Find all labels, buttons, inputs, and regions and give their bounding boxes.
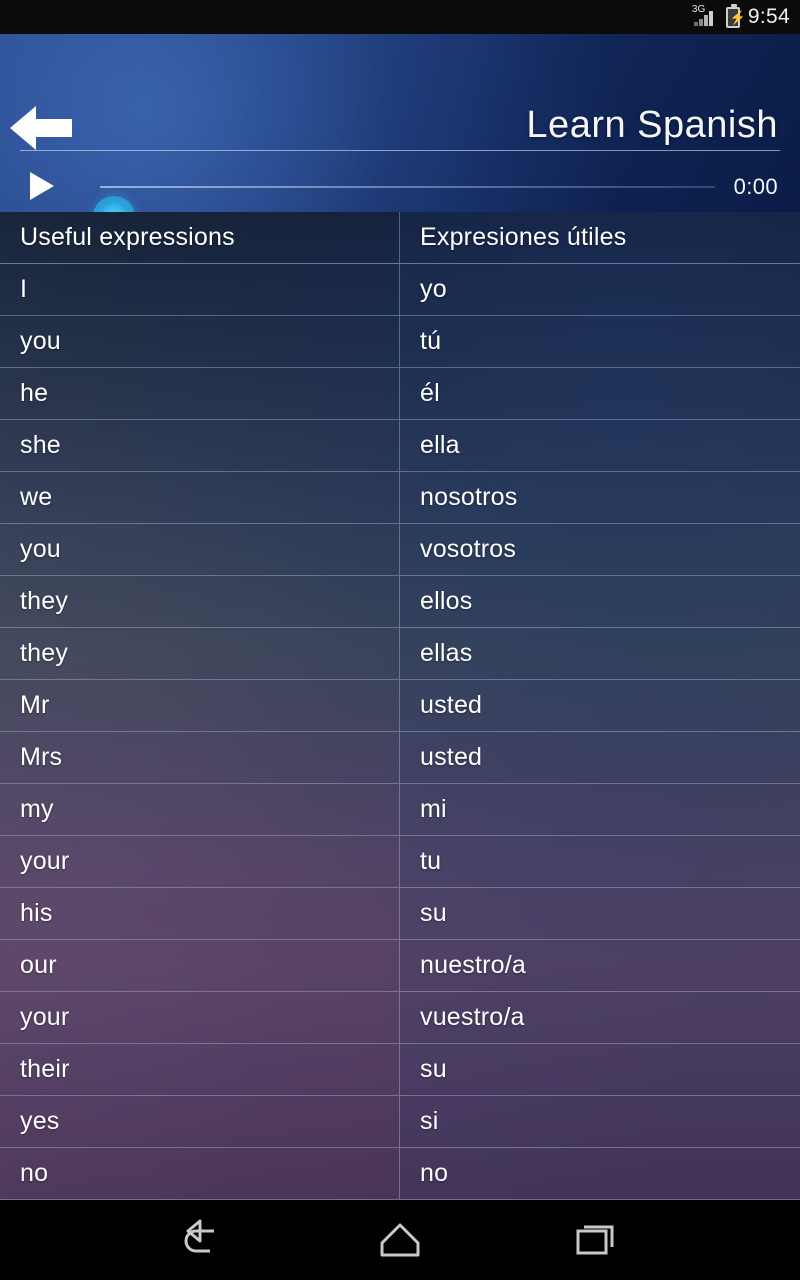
header-divider: [20, 150, 780, 151]
cell-target: él: [400, 368, 800, 419]
column-header-target: Expresiones útiles: [400, 212, 800, 263]
table-body: Iyo you tú he él she ella we nosotros you vosotros…: [0, 264, 800, 1200]
table-row[interactable]: his su: [0, 888, 800, 940]
system-navigation-bar: [0, 1200, 800, 1280]
app-bar: Learn Spanish 0:00: [0, 34, 800, 238]
cell-source: our: [0, 940, 400, 991]
cell-source: you: [0, 524, 400, 575]
table-row[interactable]: he él: [0, 368, 800, 420]
status-bar: 3G ⚡ 9:54: [0, 0, 800, 34]
table-row[interactable]: no no: [0, 1148, 800, 1200]
table-header-row: Useful expressions Expresiones útiles: [0, 212, 800, 264]
cell-target: nuestro/a: [400, 940, 800, 991]
status-bar-icons: 3G ⚡ 9:54: [692, 3, 790, 29]
cell-target: mi: [400, 784, 800, 835]
phrase-table[interactable]: Useful expressions Expresiones útiles Iy…: [0, 212, 800, 1200]
page-title: Learn Spanish: [526, 104, 778, 146]
cell-target: usted: [400, 680, 800, 731]
nav-recents-icon[interactable]: [568, 1217, 624, 1263]
table-row[interactable]: they ellos: [0, 576, 800, 628]
cell-source: she: [0, 420, 400, 471]
cell-target: ellas: [400, 628, 800, 679]
status-bar-clock: 9:54: [747, 5, 790, 28]
cell-target: vosotros: [400, 524, 800, 575]
table-row[interactable]: Mrs usted: [0, 732, 800, 784]
cell-source: his: [0, 888, 400, 939]
cell-source: Mr: [0, 680, 400, 731]
column-header-source: Useful expressions: [0, 212, 400, 263]
signal-bar-group: [693, 11, 716, 26]
table-row[interactable]: you tú: [0, 316, 800, 368]
table-row[interactable]: your vuestro/a: [0, 992, 800, 1044]
cell-source: my: [0, 784, 400, 835]
nav-home-icon[interactable]: [372, 1217, 428, 1263]
cell-target: tú: [400, 316, 800, 367]
cell-source: you: [0, 316, 400, 367]
cell-source: yes: [0, 1096, 400, 1147]
cell-source: we: [0, 472, 400, 523]
cell-target: yo: [400, 264, 800, 315]
cell-target: no: [400, 1148, 800, 1199]
cell-source: Mrs: [0, 732, 400, 783]
table-row[interactable]: we nosotros: [0, 472, 800, 524]
cell-target: su: [400, 888, 800, 939]
battery-charging-icon: ⚡: [725, 3, 746, 28]
table-row[interactable]: you vosotros: [0, 524, 800, 576]
back-arrow-icon[interactable]: [10, 104, 72, 152]
cell-target: nosotros: [400, 472, 800, 523]
table-row[interactable]: they ellas: [0, 628, 800, 680]
cell-source: he: [0, 368, 400, 419]
signal-bars-icon: 3G: [692, 5, 718, 28]
table-row[interactable]: yes si: [0, 1096, 800, 1148]
cell-target: tu: [400, 836, 800, 887]
device-screen: 3G ⚡ 9:54 Learn Spanish 0:00 Useful expr…: [0, 0, 800, 1280]
table-row[interactable]: Mr usted: [0, 680, 800, 732]
cell-target: ella: [400, 420, 800, 471]
cell-source: I: [0, 264, 400, 315]
play-icon[interactable]: [30, 172, 54, 200]
cell-source: your: [0, 836, 400, 887]
cell-target: ellos: [400, 576, 800, 627]
nav-back-icon[interactable]: [176, 1217, 232, 1263]
table-row[interactable]: she ella: [0, 420, 800, 472]
cell-target: vuestro/a: [400, 992, 800, 1043]
table-row[interactable]: Iyo: [0, 264, 800, 316]
elapsed-time-label: 0:00: [733, 174, 778, 199]
table-row[interactable]: our nuestro/a: [0, 940, 800, 992]
cell-source: their: [0, 1044, 400, 1095]
cell-source: your: [0, 992, 400, 1043]
charging-bolt-icon: ⚡: [729, 9, 747, 25]
cell-source: they: [0, 628, 400, 679]
cell-target: usted: [400, 732, 800, 783]
cell-source: they: [0, 576, 400, 627]
cell-target: si: [400, 1096, 800, 1147]
seek-bar-track[interactable]: [100, 186, 715, 188]
cell-source: no: [0, 1148, 400, 1199]
table-row[interactable]: your tu: [0, 836, 800, 888]
cell-target: su: [400, 1044, 800, 1095]
table-row[interactable]: my mi: [0, 784, 800, 836]
table-row[interactable]: their su: [0, 1044, 800, 1096]
